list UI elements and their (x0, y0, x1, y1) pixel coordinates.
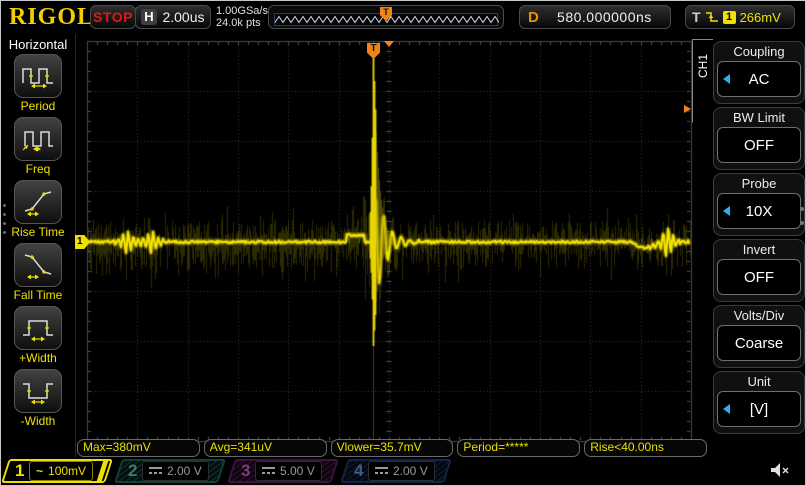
menu-item-coupling[interactable]: Coupling AC (713, 41, 805, 104)
measurement-period: Period=***** (457, 439, 580, 457)
timebase-box[interactable]: H 2.00us (135, 5, 211, 29)
measurement-rise: Rise<40.00ns (584, 439, 707, 457)
channel-3-scale: 5.00 V (280, 464, 315, 478)
menu-item-unit[interactable]: Unit [V] (713, 371, 805, 434)
menu-item-probe[interactable]: Probe 10X (713, 173, 805, 236)
channel-4-status[interactable]: 4 2.00 V (340, 459, 452, 483)
sidebar-title: Horizontal (9, 37, 68, 52)
sample-rate: 1.00GSa/s (216, 5, 268, 17)
dc-coupling-icon (149, 467, 162, 476)
trigger-source-badge: 1 (723, 11, 736, 24)
rise-time-button[interactable] (14, 180, 62, 224)
sidebar-item-freq[interactable]: Freq (14, 117, 62, 176)
trigger-t-label: T (692, 9, 701, 25)
rise-time-icon (20, 188, 56, 216)
horizontal-position-bar[interactable]: T (268, 5, 504, 29)
rigol-logo: RIGOL (9, 4, 94, 31)
sidebar-item-pos-width[interactable]: +Width (14, 306, 62, 365)
neg-width-icon (20, 377, 56, 405)
channel-2-scale: 2.00 V (167, 464, 202, 478)
sound-muted-icon (769, 462, 791, 480)
run-state-button[interactable]: STOP (90, 5, 136, 29)
acquisition-info: 1.00GSa/s 24.0k pts (216, 5, 268, 29)
memory-depth: 24.0k pts (216, 17, 268, 29)
waveform-display (76, 36, 693, 456)
delay-value: 580.000000ns (539, 9, 670, 25)
channel-1-status[interactable]: 1 ~ 100mV (1, 459, 113, 483)
trigger-level-value: 266mV (740, 10, 781, 25)
fall-time-button[interactable] (14, 243, 62, 287)
sidebar-item-rise-time[interactable]: Rise Time (11, 180, 64, 239)
menu-page-dots (800, 207, 804, 225)
period-icon (20, 62, 56, 90)
sidebar-item-fall-time[interactable]: Fall Time (14, 243, 63, 302)
menu-item-bw-limit[interactable]: BW Limit OFF (713, 107, 805, 170)
trigger-level-arrow-icon[interactable] (684, 105, 691, 113)
fall-time-icon (20, 251, 56, 279)
submenu-arrow-icon (723, 74, 730, 84)
freq-icon (20, 125, 56, 153)
oscilloscope-screen: RIGOL STOP H 2.00us 1.00GSa/s 24.0k pts … (0, 0, 806, 486)
delay-d-icon: D (528, 9, 539, 26)
period-button[interactable] (14, 54, 62, 98)
sidebar-item-neg-width[interactable]: -Width (14, 369, 62, 428)
trigger-box[interactable]: T 1 266mV (685, 5, 795, 29)
menu-channel-tab: CH1 (692, 39, 713, 148)
menu-item-volts-div[interactable]: Volts/Div Coarse (713, 305, 805, 368)
measurement-avg: Avg=341uV (204, 439, 327, 457)
run-state-label: STOP (93, 9, 133, 25)
measurement-vlower: Vlower=35.7mV (331, 439, 454, 457)
sidebar-page-dots (3, 204, 6, 234)
pos-width-button[interactable] (14, 306, 62, 350)
channel-1-scale: 100mV (48, 464, 86, 478)
measure-sidebar: Horizontal Period (1, 34, 76, 458)
neg-width-button[interactable] (14, 369, 62, 413)
measurement-max: Max=380mV (77, 439, 200, 457)
channel-menu: Coupling AC BW Limit OFF Probe 10X Inver… (713, 41, 805, 437)
submenu-arrow-icon (723, 404, 730, 414)
measurement-row: Max=380mV Avg=341uV Vlower=35.7mV Period… (77, 439, 707, 457)
timebase-h-icon: H (141, 9, 157, 25)
submenu-arrow-icon (723, 206, 730, 216)
falling-edge-icon (705, 10, 719, 24)
ac-coupling-icon: ~ (36, 464, 43, 478)
dc-coupling-icon (375, 467, 388, 476)
menu-item-invert[interactable]: Invert OFF (713, 239, 805, 302)
pos-width-icon (20, 314, 56, 342)
freq-button[interactable] (14, 117, 62, 161)
channel-4-scale: 2.00 V (393, 464, 428, 478)
channel-3-status[interactable]: 3 5.00 V (227, 459, 339, 483)
sidebar-item-period[interactable]: Period (14, 54, 62, 113)
timebase-value: 2.00us (157, 9, 210, 25)
dc-coupling-icon (262, 467, 275, 476)
delay-box[interactable]: D 580.000000ns (519, 5, 671, 29)
trigger-delay-marker-icon[interactable] (384, 41, 394, 47)
channel-status-bar: 1 ~ 100mV 2 2.00 V 3 5.00 V 4 2.00 V (1, 459, 806, 484)
channel-2-status[interactable]: 2 2.00 V (114, 459, 226, 483)
